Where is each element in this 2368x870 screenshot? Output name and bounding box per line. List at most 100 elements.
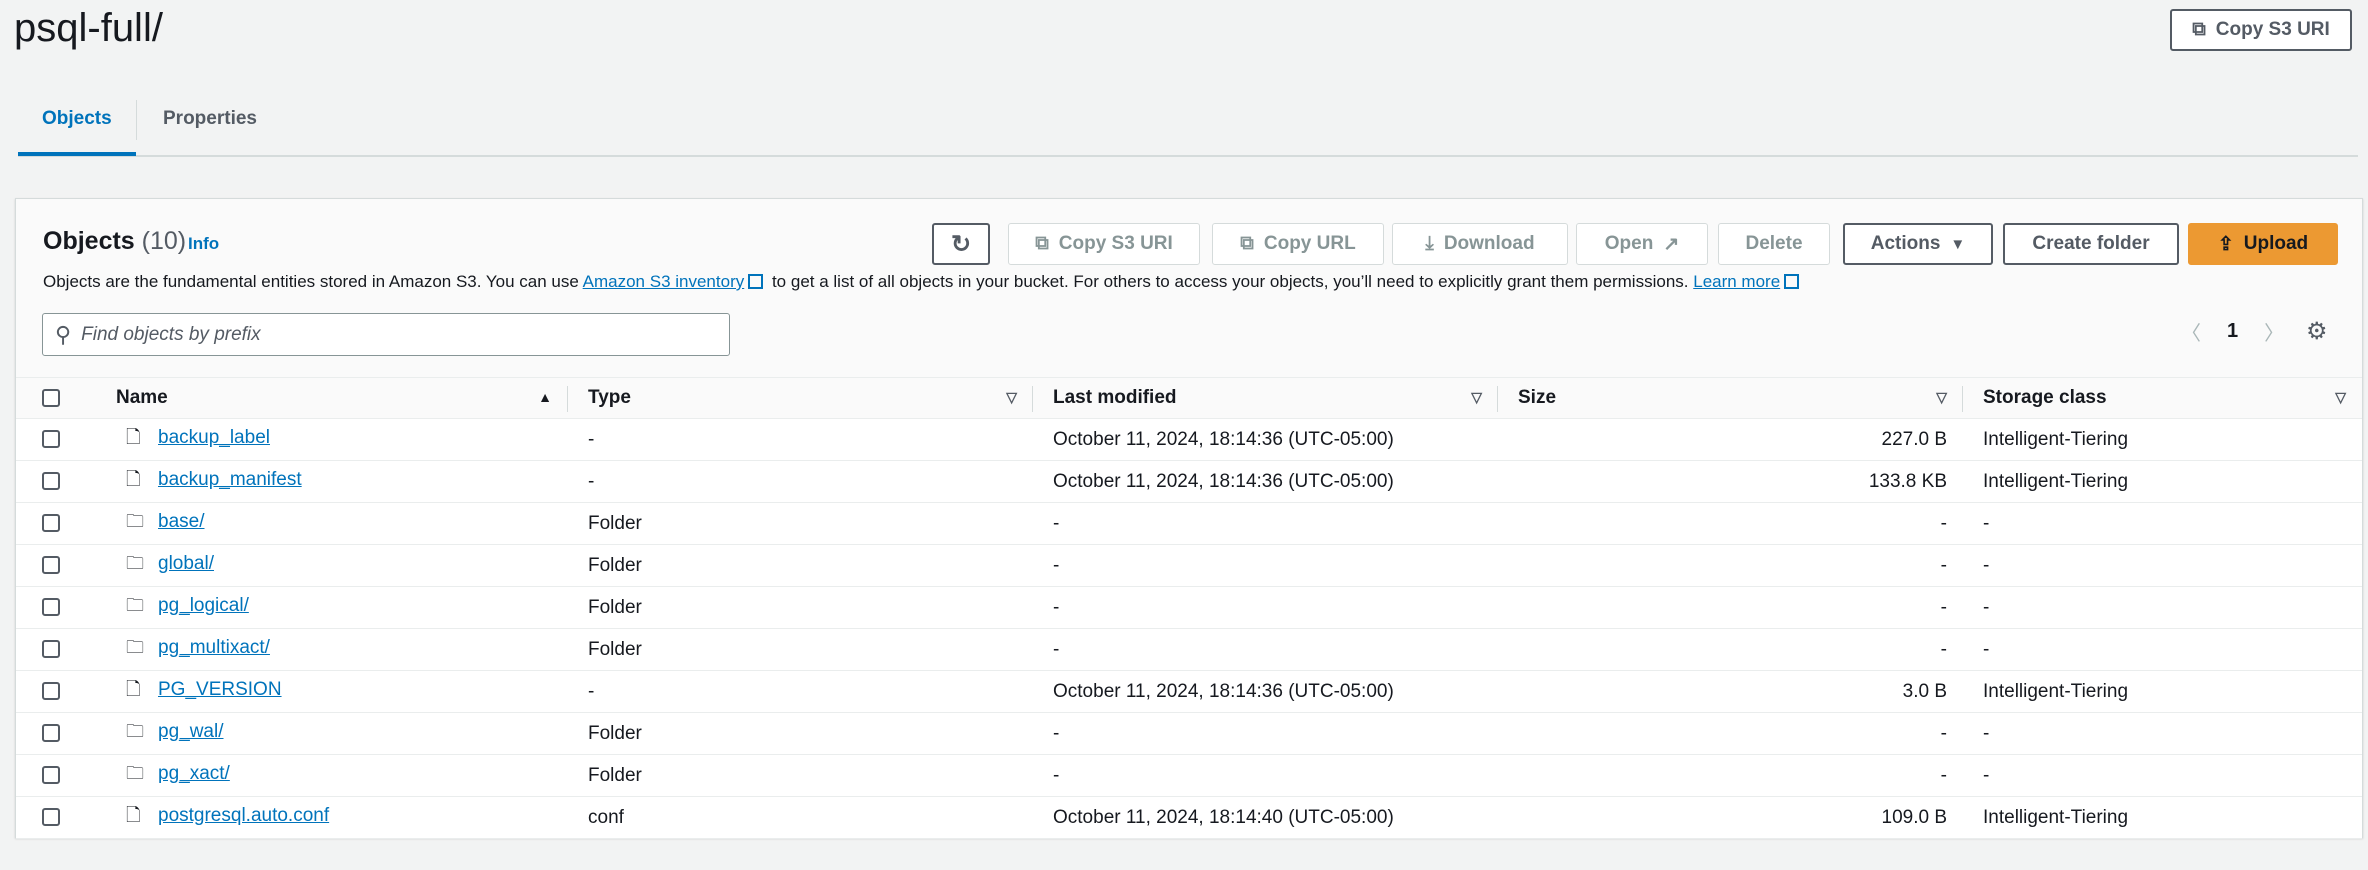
caret-down-icon: ▼: [1950, 235, 1966, 253]
object-count: (10): [141, 227, 187, 255]
download-icon: ⤓: [1425, 233, 1434, 254]
row-checkbox[interactable]: [42, 430, 60, 449]
column-header-name[interactable]: Name ▲: [96, 377, 568, 419]
objects-description: Objects are the fundamental entities sto…: [43, 272, 1803, 292]
external-link-icon: ↗: [1663, 233, 1680, 255]
row-checkbox[interactable]: [42, 472, 60, 491]
object-last-modified: -: [1033, 502, 1498, 545]
column-header-size[interactable]: Size ▽: [1498, 377, 1963, 419]
column-header-type[interactable]: Type ▽: [568, 377, 1033, 419]
object-storage-class: -: [1963, 502, 2362, 545]
object-last-modified: October 11, 2024, 18:14:36 (UTC-05:00): [1033, 670, 1498, 713]
tab-properties[interactable]: Properties: [163, 108, 257, 130]
object-name-link[interactable]: pg_multixact/: [158, 637, 270, 658]
download-button[interactable]: ⤓ Download: [1392, 223, 1568, 265]
upload-button[interactable]: ⇪ Upload: [2188, 223, 2338, 265]
file-icon: 🗋: [126, 678, 141, 699]
object-name-link[interactable]: PG_VERSION: [158, 679, 282, 700]
prev-page-icon[interactable]: 〈: [2181, 317, 2201, 346]
row-checkbox[interactable]: [42, 514, 60, 533]
object-type: Folder: [568, 712, 1033, 755]
delete-button[interactable]: Delete: [1718, 223, 1830, 265]
object-type: Folder: [568, 754, 1033, 797]
tab-objects[interactable]: Objects: [42, 108, 112, 130]
copy-s3-uri-button[interactable]: ⧉ Copy S3 URI: [2170, 9, 2352, 51]
object-name-link[interactable]: pg_logical/: [158, 595, 249, 616]
table-row: 🗀 base/ Folder - - -: [16, 502, 2362, 545]
copy-icon: ⧉: [2192, 19, 2206, 40]
object-type: -: [568, 460, 1033, 503]
object-size: -: [1498, 586, 1963, 629]
table-row: 🗀 pg_wal/ Folder - - -: [16, 712, 2362, 755]
object-storage-class: Intelligent-Tiering: [1963, 460, 2362, 503]
object-storage-class: Intelligent-Tiering: [1963, 796, 2362, 839]
select-all-checkbox[interactable]: [42, 388, 60, 407]
object-name-link[interactable]: backup_label: [158, 427, 270, 448]
file-icon: 🗋: [126, 804, 141, 825]
object-storage-class: -: [1963, 586, 2362, 629]
column-header-storage-class[interactable]: Storage class ▽: [1963, 377, 2362, 419]
object-name-link[interactable]: pg_wal/: [158, 721, 224, 742]
next-page-icon[interactable]: 〉: [2264, 317, 2284, 346]
table-row: 🗋 backup_manifest - October 11, 2024, 18:…: [16, 460, 2362, 503]
row-checkbox[interactable]: [42, 724, 60, 743]
s3-inventory-link[interactable]: Amazon S3 inventory: [583, 272, 745, 291]
actions-dropdown[interactable]: Actions ▼: [1843, 223, 1993, 265]
row-checkbox[interactable]: [42, 598, 60, 617]
object-size: -: [1498, 628, 1963, 671]
object-name-link[interactable]: base/: [158, 511, 204, 532]
object-type: Folder: [568, 544, 1033, 587]
folder-icon: 🗀: [126, 762, 144, 783]
sort-icon: ▽: [2335, 389, 2346, 405]
row-checkbox[interactable]: [42, 766, 60, 785]
info-link[interactable]: Info: [188, 234, 219, 254]
object-type: -: [568, 418, 1033, 461]
settings-gear-icon[interactable]: ⚙: [2306, 317, 2328, 346]
page-title: psql-full/: [14, 6, 163, 50]
sort-ascending-icon: ▲: [538, 389, 552, 405]
row-checkbox[interactable]: [42, 556, 60, 575]
row-checkbox[interactable]: [42, 682, 60, 701]
object-last-modified: October 11, 2024, 18:14:40 (UTC-05:00): [1033, 796, 1498, 839]
learn-more-link[interactable]: Learn more: [1693, 272, 1780, 291]
folder-icon: 🗀: [126, 510, 144, 531]
objects-table: Name ▲ Type ▽ Last modified ▽ Size ▽ Storage…: [16, 377, 2362, 839]
object-name-link[interactable]: pg_xact/: [158, 763, 230, 784]
pagination: 〈 1 〉: [2181, 317, 2284, 346]
object-size: 227.0 B: [1498, 418, 1963, 461]
object-last-modified: October 11, 2024, 18:14:36 (UTC-05:00): [1033, 418, 1498, 461]
objects-heading: Objects (10): [43, 227, 187, 255]
search-input[interactable]: [81, 323, 682, 346]
row-checkbox[interactable]: [42, 640, 60, 659]
object-name-link[interactable]: backup_manifest: [158, 469, 302, 490]
table-row: 🗀 global/ Folder - - -: [16, 544, 2362, 587]
external-link-icon: [748, 274, 764, 289]
table-row: 🗀 pg_logical/ Folder - - -: [16, 586, 2362, 629]
search-icon: ⚲: [55, 321, 72, 347]
create-folder-button[interactable]: Create folder: [2003, 223, 2179, 265]
object-last-modified: -: [1033, 544, 1498, 587]
copy-url-button[interactable]: ⧉ Copy URL: [1212, 223, 1384, 265]
folder-icon: 🗀: [126, 552, 144, 573]
refresh-button[interactable]: ↻: [932, 223, 990, 265]
objects-panel: Objects (10) Info ↻ ⧉ Copy S3 URI ⧉ Copy U…: [15, 198, 2363, 839]
tab-divider: [136, 100, 137, 140]
object-storage-class: -: [1963, 754, 2362, 797]
row-checkbox[interactable]: [42, 808, 60, 827]
object-name-link[interactable]: postgresql.auto.conf: [158, 805, 329, 826]
column-header-last-modified[interactable]: Last modified ▽: [1033, 377, 1498, 419]
search-field[interactable]: ⚲: [42, 313, 730, 356]
folder-icon: 🗀: [126, 720, 144, 741]
object-last-modified: -: [1033, 586, 1498, 629]
object-type: Folder: [568, 502, 1033, 545]
open-button[interactable]: Open ↗: [1576, 223, 1708, 265]
tab-bar: Objects Properties: [18, 100, 2358, 157]
copy-s3-uri-button[interactable]: ⧉ Copy S3 URI: [1008, 223, 1200, 265]
table-row: 🗋 backup_label - October 11, 2024, 18:14:…: [16, 418, 2362, 461]
page-number[interactable]: 1: [2227, 320, 2238, 343]
sort-icon: ▽: [1471, 389, 1482, 405]
object-name-link[interactable]: global/: [158, 553, 214, 574]
object-type: -: [568, 670, 1033, 713]
upload-icon: ⇪: [2217, 233, 2234, 255]
external-link-icon: [1784, 274, 1800, 289]
